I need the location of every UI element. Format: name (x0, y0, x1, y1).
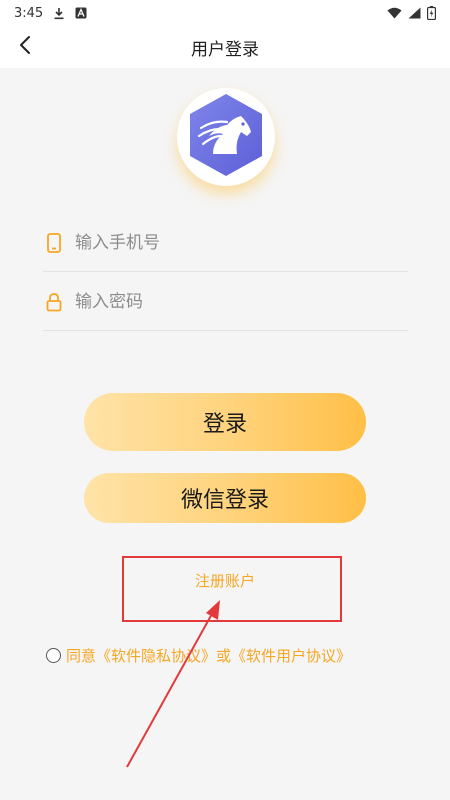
horse-logo-icon (183, 92, 269, 182)
privacy-agreement-link[interactable]: 《软件隐私协议》 (96, 645, 216, 666)
user-agreement-link[interactable]: 《软件用户协议》 (231, 645, 351, 666)
register-link[interactable]: 注册账户 (185, 570, 265, 592)
back-arrow-icon (18, 35, 32, 59)
download-icon (53, 7, 65, 20)
status-time: 3:45 (14, 5, 44, 21)
password-input-row (43, 273, 408, 331)
battery-icon (427, 6, 436, 20)
app-logo (177, 88, 275, 186)
phone-icon (43, 232, 65, 253)
signal-icon (408, 7, 421, 19)
lock-icon (43, 292, 65, 312)
phone-input-row (43, 214, 408, 272)
agreement-or: 或 (216, 646, 232, 665)
app-bar: 用户登录 (0, 26, 450, 68)
notification-a-icon (75, 7, 87, 19)
back-button[interactable] (10, 32, 40, 62)
wechat-login-button[interactable]: 微信登录 (84, 473, 366, 523)
password-input[interactable] (75, 281, 408, 322)
status-right (387, 6, 436, 20)
login-button[interactable]: 登录 (84, 393, 366, 451)
status-left: 3:45 (14, 6, 87, 21)
wifi-icon (387, 7, 402, 19)
phone-input[interactable] (75, 222, 408, 263)
page-title: 用户登录 (191, 39, 259, 60)
agreement-prefix: 同意 (66, 646, 97, 665)
agree-radio[interactable] (46, 647, 61, 663)
agreement-row: 同意 《软件隐私协议》 或 《软件用户协议》 (46, 644, 416, 666)
status-bar: 3:45 (0, 0, 450, 26)
